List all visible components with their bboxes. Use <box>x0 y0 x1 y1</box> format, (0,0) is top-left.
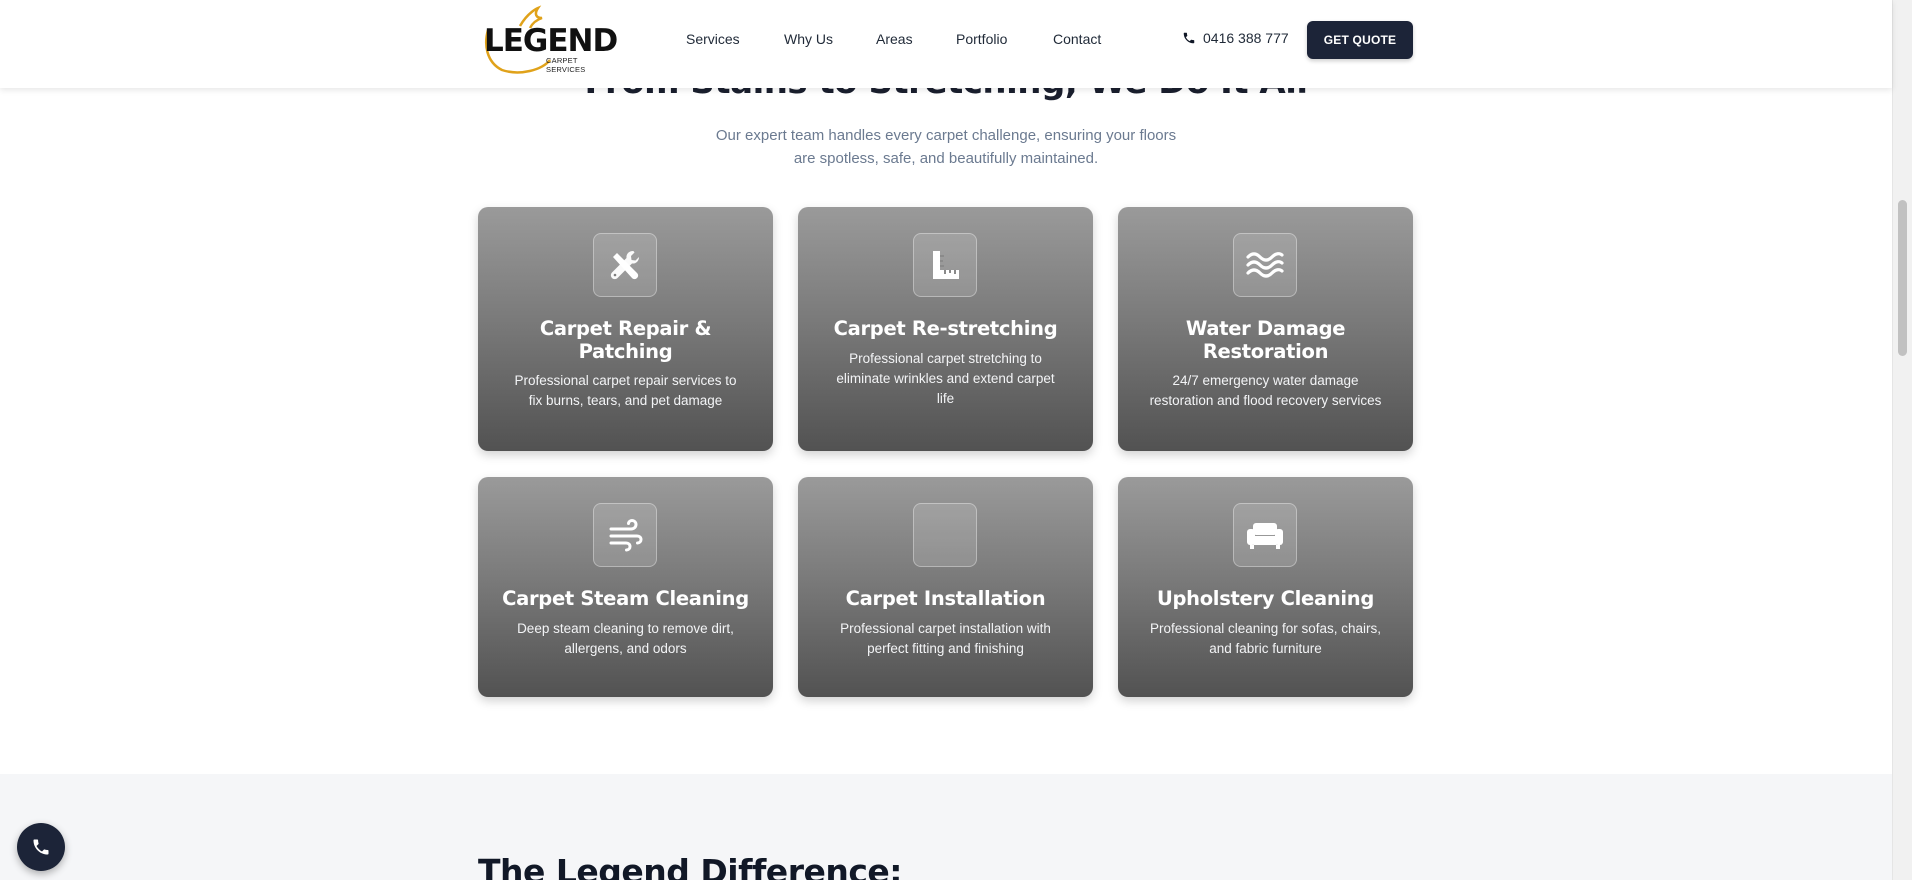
service-description: Professional carpet repair services to f… <box>506 371 745 411</box>
service-description: Professional carpet stretching to elimin… <box>826 349 1065 409</box>
nav-areas[interactable]: Areas <box>876 31 913 47</box>
service-desc-line: life <box>936 391 955 406</box>
service-icon-box <box>1233 233 1297 297</box>
service-icon-box <box>593 503 657 567</box>
nav-contact[interactable]: Contact <box>1053 31 1101 47</box>
header-phone[interactable]: 0416 388 777 <box>1182 30 1289 46</box>
service-card-carpet-repair[interactable]: Carpet Repair & Patching Professional ca… <box>478 207 773 451</box>
service-title-line: Carpet Re-stretching <box>833 317 1058 340</box>
service-title-line: Carpet Installation <box>845 587 1046 610</box>
section-subtitle-line: are spotless, safe, and beautifully main… <box>793 150 1099 167</box>
service-description: Deep steam cleaning to remove dirt, alle… <box>506 619 745 659</box>
section-subtitle: Our expert team handles every carpet cha… <box>696 124 1196 170</box>
phone-icon <box>33 839 49 855</box>
service-icon-box <box>913 233 977 297</box>
service-desc-line: allergens, and odors <box>564 641 687 656</box>
tools-icon <box>610 251 639 280</box>
ruler-icon <box>933 251 959 279</box>
service-title-line: Carpet Steam Cleaning <box>502 587 749 610</box>
service-card-steam-cleaning[interactable]: Carpet Steam Cleaning Deep steam cleanin… <box>478 477 773 697</box>
service-title-line: Carpet Repair & <box>539 317 712 340</box>
legend-difference-section <box>0 774 1892 880</box>
service-desc-line: Professional carpet stretching to <box>849 351 1042 366</box>
service-icon-box <box>593 233 657 297</box>
scrollbar-thumb[interactable] <box>1898 200 1907 356</box>
service-title: Carpet Steam Cleaning <box>498 587 753 610</box>
service-title: Carpet Installation <box>818 587 1073 610</box>
service-desc-line: 24/7 emergency water damage <box>1172 373 1359 388</box>
service-description: Professional carpet installation with pe… <box>826 619 1065 659</box>
service-card-carpet-restretching[interactable]: Carpet Re-stretching Professional carpet… <box>798 207 1093 451</box>
phone-icon <box>1183 32 1195 44</box>
service-title: Carpet Re-stretching <box>818 317 1073 340</box>
service-desc-line: Professional cleaning for sofas, chairs, <box>1149 621 1382 636</box>
service-desc-line: fix burns, tears, and pet damage <box>528 393 723 408</box>
service-desc-line: eliminate wrinkles and extend carpet <box>836 371 1055 386</box>
service-card-upholstery[interactable]: Upholstery Cleaning Professional cleanin… <box>1118 477 1413 697</box>
service-icon-box <box>1233 503 1297 567</box>
page-scrollbar[interactable] <box>1892 0 1912 880</box>
service-desc-line: and fabric furniture <box>1209 641 1322 656</box>
service-desc-line: Professional carpet repair services to <box>514 373 737 388</box>
service-title-line: Patching <box>578 340 673 363</box>
logo-wordmark: LEGEND <box>484 23 618 59</box>
service-card-water-damage[interactable]: Water Damage Restoration 24/7 emergency … <box>1118 207 1413 451</box>
service-description: 24/7 emergency water damage restoration … <box>1146 371 1385 411</box>
service-title-line: Upholstery Cleaning <box>1156 587 1375 610</box>
section-subtitle-line: Our expert team handles every carpet cha… <box>715 127 1177 144</box>
service-title-line: Restoration <box>1202 340 1329 363</box>
service-card-carpet-installation[interactable]: Carpet Installation Professional carpet … <box>798 477 1093 697</box>
logo[interactable]: LEGEND CARPET SERVICES <box>480 4 618 76</box>
nav-why-us[interactable]: Why Us <box>784 31 833 47</box>
service-title: Carpet Repair & Patching <box>498 317 753 363</box>
couch-icon <box>1247 523 1283 549</box>
service-title-line: Water Damage <box>1185 317 1346 340</box>
service-title: Upholstery Cleaning <box>1138 587 1393 610</box>
floating-call-button[interactable] <box>17 823 65 871</box>
logo-subtext: CARPET SERVICES <box>546 56 586 74</box>
phone-number: 0416 388 777 <box>1203 30 1289 46</box>
service-desc-line: Professional carpet installation with <box>840 621 1051 636</box>
service-desc-line: Deep steam cleaning to remove dirt, <box>517 621 734 636</box>
site-header: LEGEND CARPET SERVICES Services Why Us A… <box>0 0 1892 88</box>
legend-difference-title: The Legend Difference: <box>478 852 902 880</box>
nav-portfolio[interactable]: Portfolio <box>956 31 1007 47</box>
service-desc-line: restoration and flood recovery services <box>1149 393 1382 408</box>
water-icon <box>1246 252 1284 278</box>
service-desc-line: perfect fitting and finishing <box>867 641 1024 656</box>
wind-icon <box>609 518 643 552</box>
nav-services[interactable]: Services <box>686 31 740 47</box>
service-title: Water Damage Restoration <box>1138 317 1393 363</box>
get-quote-button[interactable]: GET QUOTE <box>1307 21 1413 59</box>
service-icon-box-empty <box>913 503 977 567</box>
service-description: Professional cleaning for sofas, chairs,… <box>1146 619 1385 659</box>
logo-text: LEGEND <box>484 23 618 59</box>
